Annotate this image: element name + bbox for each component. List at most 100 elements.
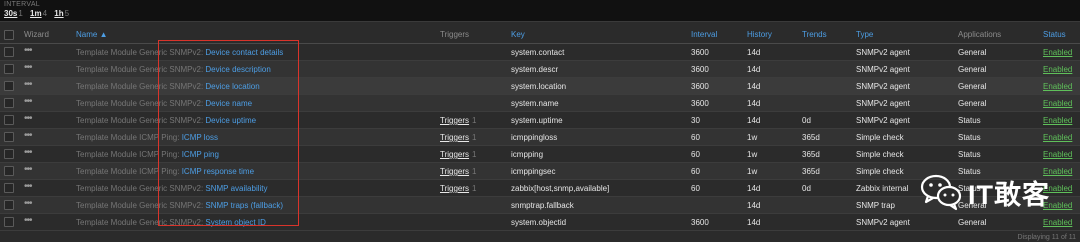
- status-toggle[interactable]: Enabled: [1043, 150, 1072, 159]
- trigger-count: 1: [472, 184, 477, 193]
- status-toggle[interactable]: Enabled: [1043, 48, 1072, 57]
- row-checkbox[interactable]: [4, 98, 14, 108]
- header-name[interactable]: Name ▲: [76, 30, 107, 39]
- applications-cell: General: [958, 218, 987, 227]
- header-applications: Applications: [958, 30, 1002, 39]
- interval-filter-1m[interactable]: 1m4: [30, 9, 47, 18]
- trigger-count: 1: [472, 167, 477, 176]
- applications-cell: General: [958, 99, 987, 108]
- type-cell: SNMPv2 agent: [856, 116, 910, 125]
- history-cell: 14d: [747, 65, 761, 74]
- triggers-cell: Triggers 1: [440, 184, 477, 193]
- interval-list: 30s1 1m4 1h5: [4, 9, 74, 18]
- triggers-link[interactable]: Triggers: [440, 150, 469, 159]
- row-checkbox[interactable]: [4, 64, 14, 74]
- type-cell: SNMPv2 agent: [856, 82, 910, 91]
- trigger-count: 1: [472, 133, 477, 142]
- history-cell: 14d: [747, 48, 761, 57]
- status-toggle[interactable]: Enabled: [1043, 133, 1072, 142]
- header-key[interactable]: Key: [511, 30, 525, 39]
- row-checkbox[interactable]: [4, 200, 14, 210]
- wizard-menu-icon[interactable]: •••: [24, 181, 32, 192]
- wizard-menu-icon[interactable]: •••: [24, 62, 32, 73]
- header-interval[interactable]: Interval: [691, 30, 717, 39]
- trends-cell: 365d: [802, 133, 820, 142]
- key-cell: icmpping: [511, 150, 544, 159]
- header-trends[interactable]: Trends: [802, 30, 827, 39]
- status-toggle[interactable]: Enabled: [1043, 218, 1072, 227]
- wizard-menu-icon[interactable]: •••: [24, 45, 32, 56]
- interval-filter-1h[interactable]: 1h5: [54, 9, 69, 18]
- wizard-menu-icon[interactable]: •••: [24, 164, 32, 175]
- history-cell: 14d: [747, 82, 761, 91]
- interval-label[interactable]: 1h: [54, 9, 63, 18]
- row-checkbox[interactable]: [4, 81, 14, 91]
- status-toggle[interactable]: Enabled: [1043, 65, 1072, 74]
- applications-cell: General: [958, 65, 987, 74]
- status-toggle[interactable]: Enabled: [1043, 116, 1072, 125]
- filter-bar: INTERVAL 30s1 1m4 1h5: [0, 0, 1080, 22]
- row-checkbox[interactable]: [4, 115, 14, 125]
- trends-cell: 0d: [802, 116, 811, 125]
- wizard-menu-icon[interactable]: •••: [24, 215, 32, 226]
- interval-cell: 3600: [691, 65, 709, 74]
- applications-cell: Status: [958, 116, 981, 125]
- highlight-annotation: [158, 40, 299, 226]
- interval-count: 1: [18, 9, 23, 18]
- wizard-menu-icon[interactable]: •••: [24, 79, 32, 90]
- header-history[interactable]: History: [747, 30, 772, 39]
- history-cell: 14d: [747, 184, 761, 193]
- interval-cell: 30: [691, 116, 700, 125]
- watermark-text: IT敢客: [968, 180, 1050, 210]
- wizard-menu-icon[interactable]: •••: [24, 198, 32, 209]
- watermark: IT敢客: [920, 167, 1070, 215]
- interval-cell: 3600: [691, 82, 709, 91]
- interval-cell: 60: [691, 133, 700, 142]
- row-checkbox[interactable]: [4, 166, 14, 176]
- interval-title: INTERVAL: [4, 1, 40, 8]
- history-cell: 1w: [747, 150, 758, 159]
- interval-cell: 3600: [691, 99, 709, 108]
- row-checkbox[interactable]: [4, 183, 14, 193]
- wizard-menu-icon[interactable]: •••: [24, 147, 32, 158]
- key-cell: zabbix[host,snmp,available]: [511, 184, 610, 193]
- triggers-link[interactable]: Triggers: [440, 184, 469, 193]
- select-all-checkbox[interactable]: [4, 30, 14, 40]
- row-checkbox[interactable]: [4, 149, 14, 159]
- history-cell: 1w: [747, 167, 758, 176]
- header-triggers: Triggers: [440, 30, 470, 39]
- key-cell: system.objectid: [511, 218, 567, 227]
- history-cell: 14d: [747, 116, 761, 125]
- wizard-menu-icon[interactable]: •••: [24, 130, 32, 141]
- triggers-cell: Triggers 1: [440, 133, 477, 142]
- trends-cell: 365d: [802, 167, 820, 176]
- triggers-link[interactable]: Triggers: [440, 116, 469, 125]
- interval-cell: 60: [691, 167, 700, 176]
- history-cell: 14d: [747, 99, 761, 108]
- applications-cell: Status: [958, 133, 981, 142]
- applications-cell: General: [958, 48, 987, 57]
- interval-label[interactable]: 30s: [4, 9, 17, 18]
- interval-label[interactable]: 1m: [30, 9, 42, 18]
- row-checkbox[interactable]: [4, 132, 14, 142]
- status-toggle[interactable]: Enabled: [1043, 99, 1072, 108]
- header-type[interactable]: Type: [856, 30, 873, 39]
- header-status[interactable]: Status: [1043, 30, 1066, 39]
- type-cell: SNMPv2 agent: [856, 218, 910, 227]
- paging-info: Displaying 11 of 11: [1017, 234, 1077, 241]
- key-cell: icmppingsec: [511, 167, 556, 176]
- type-cell: Simple check: [856, 150, 904, 159]
- history-cell: 14d: [747, 201, 761, 210]
- key-cell: system.contact: [511, 48, 565, 57]
- status-toggle[interactable]: Enabled: [1043, 82, 1072, 91]
- interval-filter-30s[interactable]: 30s1: [4, 9, 23, 18]
- header-wizard: Wizard: [24, 30, 49, 39]
- wizard-menu-icon[interactable]: •••: [24, 96, 32, 107]
- triggers-link[interactable]: Triggers: [440, 133, 469, 142]
- table-footer: Displaying 11 of 11: [0, 232, 1080, 242]
- triggers-link[interactable]: Triggers: [440, 167, 469, 176]
- trigger-count: 1: [472, 116, 477, 125]
- row-checkbox[interactable]: [4, 217, 14, 227]
- wizard-menu-icon[interactable]: •••: [24, 113, 32, 124]
- row-checkbox[interactable]: [4, 47, 14, 57]
